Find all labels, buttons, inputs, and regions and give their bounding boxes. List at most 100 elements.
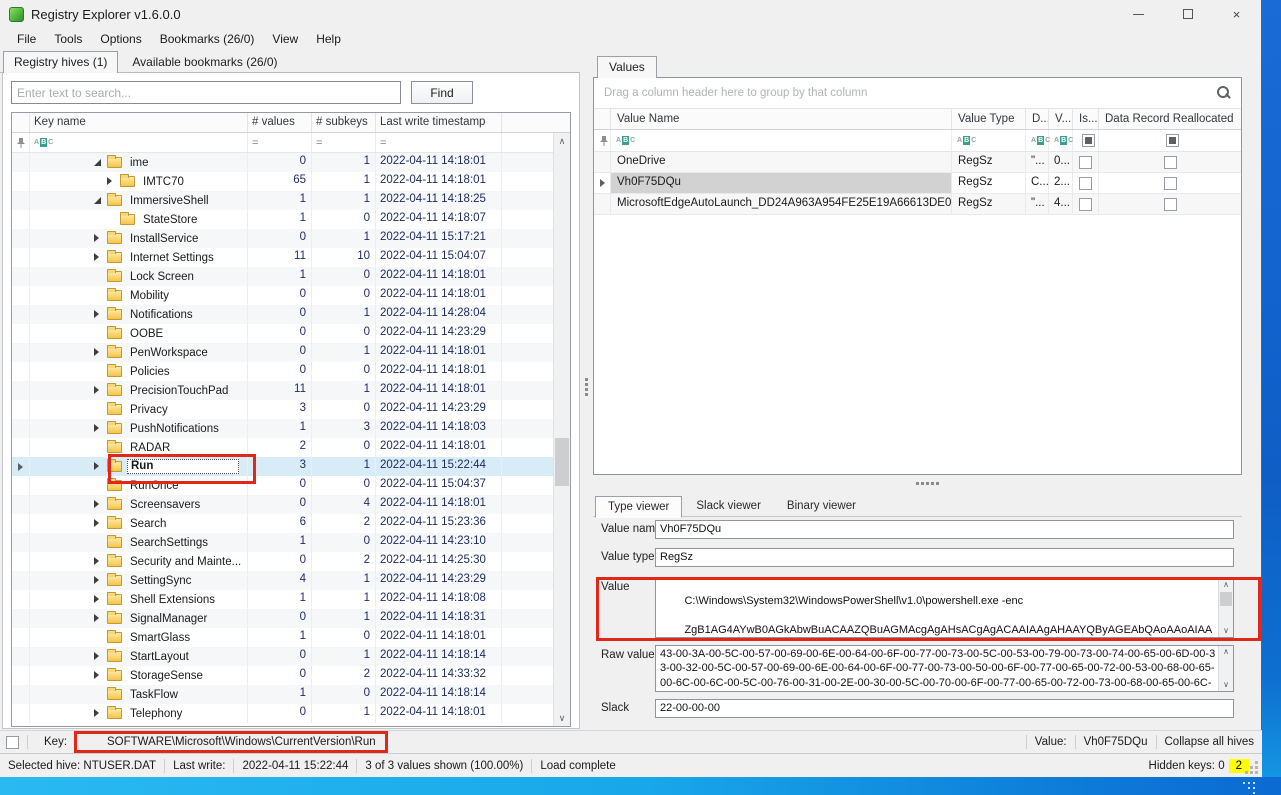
tree-key-cell[interactable]: PrecisionTouchPad bbox=[30, 381, 248, 400]
tree-row-screensavers[interactable]: Screensavers042022-04-11 14:18:01 bbox=[12, 495, 553, 514]
scroll-down-icon[interactable]: ∨ bbox=[1219, 625, 1233, 637]
values-filter-data[interactable]: ABC bbox=[1026, 130, 1049, 151]
tree-header-key-name[interactable]: Key name bbox=[30, 113, 248, 132]
value-row-vh0f75dqu[interactable]: Vh0F75DQuRegSzC...2... bbox=[594, 173, 1241, 194]
checkbox-unchecked[interactable] bbox=[1164, 156, 1177, 169]
menu-item-file[interactable]: File bbox=[8, 30, 45, 48]
tree-row-imtc70[interactable]: IMTC706512022-04-11 14:18:01 bbox=[12, 172, 553, 191]
values-header-value-slack[interactable]: V... bbox=[1049, 109, 1073, 129]
tree-key-cell[interactable]: Mobility bbox=[30, 286, 248, 305]
tree-row-run[interactable]: Run312022-04-11 15:22:44 bbox=[12, 457, 553, 476]
tree-key-cell[interactable]: Internet Settings bbox=[30, 248, 248, 267]
expand-icon[interactable] bbox=[107, 176, 117, 188]
scroll-down-icon[interactable]: ∨ bbox=[554, 710, 570, 726]
expand-icon[interactable] bbox=[94, 499, 104, 511]
expand-icon[interactable] bbox=[94, 309, 104, 321]
scroll-up-icon[interactable]: ∧ bbox=[554, 133, 570, 149]
tree-row-radar[interactable]: RADAR202022-04-11 14:18:01 bbox=[12, 438, 553, 457]
tab-values[interactable]: Values bbox=[597, 56, 657, 78]
tree-row-smartglass[interactable]: SmartGlass102022-04-11 14:18:01 bbox=[12, 628, 553, 647]
tree-key-cell[interactable]: SettingSync bbox=[30, 571, 248, 590]
expand-icon[interactable] bbox=[94, 594, 104, 606]
menu-item-help[interactable]: Help bbox=[307, 30, 350, 48]
tree-row-notifications[interactable]: Notifications012022-04-11 14:28:04 bbox=[12, 305, 553, 324]
expand-icon[interactable] bbox=[94, 708, 104, 720]
search-input[interactable] bbox=[11, 81, 401, 104]
tree-filter-values[interactable]: = bbox=[248, 133, 312, 152]
values-header-value-name[interactable]: Value Name bbox=[611, 109, 952, 129]
tree-row-searchsettings[interactable]: SearchSettings102022-04-11 14:23:10 bbox=[12, 533, 553, 552]
tree-row-internet-settings[interactable]: Internet Settings11102022-04-11 15:04:07 bbox=[12, 248, 553, 267]
checkbox-unchecked[interactable] bbox=[1079, 156, 1092, 169]
tree-key-cell[interactable]: StartLayout bbox=[30, 647, 248, 666]
find-button[interactable]: Find bbox=[411, 81, 473, 104]
tree-key-cell[interactable]: Run bbox=[30, 457, 248, 476]
values-header-data-record-reallocated[interactable]: Data Record Reallocated bbox=[1099, 109, 1241, 129]
scroll-down-icon[interactable]: ∨ bbox=[1219, 679, 1233, 691]
tree-key-cell[interactable]: PenWorkspace bbox=[30, 343, 248, 362]
tree-header-subkeys[interactable]: # subkeys bbox=[312, 113, 376, 132]
values-filter-data-record-reallocated[interactable] bbox=[1099, 130, 1241, 151]
values-header-is[interactable]: Is... bbox=[1073, 109, 1099, 129]
tree-row-precisiontouchpad[interactable]: PrecisionTouchPad1112022-04-11 14:18:01 bbox=[12, 381, 553, 400]
scrollbar-thumb[interactable] bbox=[1220, 592, 1232, 606]
expand-icon[interactable] bbox=[94, 461, 104, 473]
equals-operator-icon[interactable]: = bbox=[252, 137, 258, 149]
expand-icon[interactable] bbox=[94, 651, 104, 663]
tree-key-cell[interactable]: Screensavers bbox=[30, 495, 248, 514]
tree-row-privacy[interactable]: Privacy302022-04-11 14:23:29 bbox=[12, 400, 553, 419]
group-by-bar[interactable]: Drag a column header here to group by th… bbox=[594, 78, 1241, 109]
tree-key-cell[interactable]: SignalManager bbox=[30, 609, 248, 628]
tree-key-cell[interactable]: ime bbox=[30, 153, 248, 172]
menu-item-options[interactable]: Options bbox=[91, 30, 150, 48]
tree-key-cell[interactable]: StateStore bbox=[30, 210, 248, 229]
scroll-up-icon[interactable]: ∧ bbox=[1219, 579, 1233, 591]
tree-key-cell[interactable]: RunOnce bbox=[30, 476, 248, 495]
slack-field[interactable]: 22-00-00-00 bbox=[655, 699, 1234, 718]
equals-operator-icon[interactable]: = bbox=[316, 137, 322, 149]
expand-icon[interactable] bbox=[94, 575, 104, 587]
tree-key-cell[interactable]: Policies bbox=[30, 362, 248, 381]
tree-key-cell[interactable]: Notifications bbox=[30, 305, 248, 324]
tree-row-pushnotifications[interactable]: PushNotifications132022-04-11 14:18:03 bbox=[12, 419, 553, 438]
value-name-cell[interactable]: Vh0F75DQu bbox=[611, 173, 952, 193]
hidden-keys-badge[interactable]: 2 bbox=[1229, 759, 1249, 773]
indeterminate-checkbox[interactable] bbox=[1082, 134, 1095, 147]
tab-binary-viewer[interactable]: Binary viewer bbox=[775, 496, 868, 516]
menu-item-tools[interactable]: Tools bbox=[45, 30, 91, 48]
tree-row-mobility[interactable]: Mobility002022-04-11 14:18:01 bbox=[12, 286, 553, 305]
values-header-data[interactable]: D... bbox=[1026, 109, 1049, 129]
tree-key-cell[interactable]: InstallService bbox=[30, 229, 248, 248]
indeterminate-checkbox[interactable] bbox=[1166, 134, 1179, 147]
checkbox-unchecked[interactable] bbox=[1079, 177, 1092, 190]
values-filter-value-type[interactable]: ABC bbox=[952, 130, 1026, 151]
expand-icon[interactable] bbox=[94, 385, 104, 397]
tree-row-policies[interactable]: Policies002022-04-11 14:18:01 bbox=[12, 362, 553, 381]
expand-icon[interactable] bbox=[94, 670, 104, 682]
tree-key-cell[interactable]: OOBE bbox=[30, 324, 248, 343]
tab-slack-viewer[interactable]: Slack viewer bbox=[684, 496, 773, 516]
tree-row-oobe[interactable]: OOBE002022-04-11 14:23:29 bbox=[12, 324, 553, 343]
horizontal-splitter[interactable] bbox=[593, 475, 1242, 491]
scroll-up-icon[interactable]: ∧ bbox=[1219, 646, 1233, 658]
collapse-all-hives-button[interactable]: Collapse all hives bbox=[1165, 736, 1255, 748]
tree-row-storagesense[interactable]: StorageSense022022-04-11 14:33:32 bbox=[12, 666, 553, 685]
checkbox-unchecked[interactable] bbox=[1164, 198, 1177, 211]
tab-available-bookmarks-26-0[interactable]: Available bookmarks (26/0) bbox=[121, 51, 288, 73]
maximize-button[interactable] bbox=[1163, 0, 1212, 28]
tree-key-cell[interactable]: Search bbox=[30, 514, 248, 533]
search-icon[interactable] bbox=[1215, 85, 1231, 101]
tree-key-cell[interactable]: SmartGlass bbox=[30, 628, 248, 647]
scrollbar-thumb[interactable] bbox=[555, 438, 569, 486]
tree-row-startlayout[interactable]: StartLayout012022-04-11 14:18:14 bbox=[12, 647, 553, 666]
expand-icon[interactable] bbox=[94, 518, 104, 530]
tree-row-search[interactable]: Search622022-04-11 15:23:36 bbox=[12, 514, 553, 533]
value-row-onedrive[interactable]: OneDriveRegSz"...0... bbox=[594, 152, 1241, 173]
menu-item-bookmarks-26-0[interactable]: Bookmarks (26/0) bbox=[151, 30, 264, 48]
expand-icon[interactable] bbox=[94, 252, 104, 264]
value-data-field[interactable]: C:\Windows\System32\WindowsPowerShell\v1… bbox=[655, 578, 1234, 638]
tab-registry-hives-1[interactable]: Registry hives (1) bbox=[3, 51, 118, 74]
tree-key-cell[interactable]: TaskFlow bbox=[30, 685, 248, 704]
tree-row-security-and-mainte[interactable]: Security and Mainte...022022-04-11 14:25… bbox=[12, 552, 553, 571]
value-name-cell[interactable]: OneDrive bbox=[611, 152, 952, 172]
